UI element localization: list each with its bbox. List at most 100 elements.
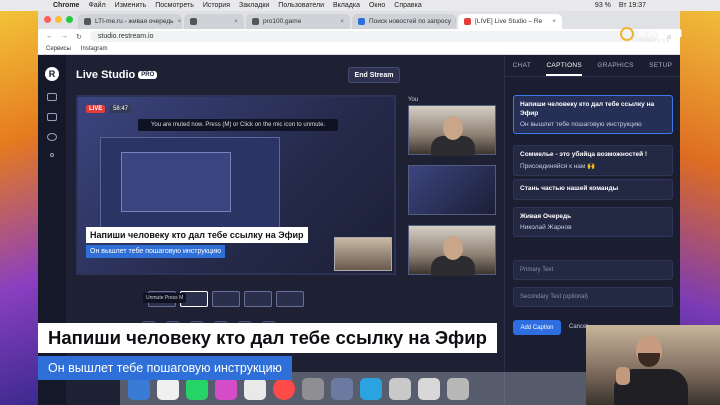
studio-icon[interactable]: [47, 93, 57, 101]
stage-camera-inset: [334, 237, 392, 271]
tab-captions[interactable]: CAPTIONS: [546, 62, 583, 76]
presenter-hand: [616, 367, 630, 385]
dock-app-icon[interactable]: [331, 377, 353, 400]
overlay-caption-subtitle: Он вышлет тебе пошаговую инструкцию: [38, 356, 292, 380]
presenter-camera: [586, 325, 720, 405]
minimize-window-button[interactable]: [55, 16, 62, 23]
tab-title: LTI-me.ru - живая очередь: [95, 18, 174, 25]
clock[interactable]: Вт 19:37: [619, 2, 646, 9]
end-stream-button[interactable]: End Stream: [348, 67, 400, 83]
close-icon[interactable]: ×: [455, 18, 456, 25]
dock-app-icon[interactable]: [215, 377, 237, 400]
layout-option[interactable]: [212, 291, 240, 307]
primary-text-input[interactable]: Primary Text: [513, 260, 673, 280]
brand-subtitle: ОЧЕРЕДЬ: [639, 38, 671, 43]
menu-edit[interactable]: Изменить: [115, 2, 147, 9]
person-head: [443, 116, 463, 140]
close-window-button[interactable]: [44, 16, 51, 23]
browser-tab[interactable]: ×: [184, 14, 244, 29]
menu-help[interactable]: Справка: [394, 2, 421, 9]
window-controls: [44, 16, 73, 23]
favicon-icon: [464, 18, 471, 25]
menu-tab[interactable]: Вкладка: [333, 2, 360, 9]
studio-title-text: Live Studio: [76, 69, 136, 81]
caption-subtitle: Николай Жарнов: [520, 223, 572, 231]
menu-window[interactable]: Окно: [369, 2, 385, 9]
more-icon[interactable]: [50, 153, 54, 157]
restream-logo-icon[interactable]: R: [45, 67, 59, 81]
dock-app-icon[interactable]: [128, 377, 150, 400]
you-label: You: [408, 97, 419, 103]
browser-tab-active[interactable]: [LIVE] Live Studio – Re ×: [458, 14, 562, 29]
secondary-text-input[interactable]: Secondary Text (optional): [513, 287, 673, 307]
brand-mark-icon: [620, 27, 634, 41]
dock-app-icon[interactable]: [418, 377, 440, 400]
close-icon[interactable]: ×: [552, 18, 556, 25]
caption-title: Напиши человеку кто дал тебе ссылку на Э…: [520, 101, 655, 117]
settings-app-icon[interactable]: [302, 377, 324, 400]
browser-tab[interactable]: Поиск новостей по запросу×: [352, 14, 456, 29]
menu-users[interactable]: Пользователи: [278, 2, 324, 9]
tab-title: Поиск новостей по запросу: [369, 18, 452, 25]
bookmark-instagram[interactable]: Instagram: [81, 46, 108, 52]
favicon-icon: [252, 18, 259, 25]
caption-card-active[interactable]: Напиши человеку кто дал тебе ссылку на Э…: [513, 95, 673, 134]
close-icon[interactable]: ×: [234, 18, 238, 25]
nested-screen-share: [100, 137, 280, 237]
camera-source-tile[interactable]: [408, 105, 496, 156]
caption-title: Соммелье - это убийца возможностей !: [520, 151, 648, 158]
stage-caption-title: Напиши человеку кто дал тебе ссылку на Э…: [86, 227, 308, 243]
record-icon[interactable]: [47, 113, 57, 121]
battery-indicator[interactable]: 93 %: [595, 2, 611, 9]
caption-card[interactable]: Соммелье - это убийца возможностей ! При…: [513, 145, 673, 176]
menubar-app-name[interactable]: Chrome: [53, 2, 79, 9]
dock-app-icon[interactable]: [244, 377, 266, 400]
menu-history[interactable]: История: [203, 2, 230, 9]
tab-setup[interactable]: SETUP: [649, 62, 672, 69]
screen-source-tile[interactable]: [408, 165, 496, 215]
cloud-icon[interactable]: [47, 133, 57, 141]
layout-option[interactable]: [276, 291, 304, 307]
address-bar: ← → ↻ studio.restream.io ☆: [38, 29, 680, 44]
close-icon[interactable]: ×: [178, 18, 182, 25]
stream-timer: 58:47: [110, 105, 132, 113]
tab-chat[interactable]: CHAT: [513, 62, 531, 69]
stage-background: You are muted now. Press (M) or Click on…: [78, 97, 394, 273]
dock-app-icon[interactable]: [447, 377, 469, 400]
close-icon[interactable]: ×: [340, 18, 344, 25]
reload-icon[interactable]: ↻: [76, 33, 82, 41]
forward-icon[interactable]: →: [61, 33, 68, 40]
help-icon[interactable]: [389, 377, 411, 400]
layout-option[interactable]: [244, 291, 272, 307]
menu-file[interactable]: Файл: [88, 2, 105, 9]
url-field[interactable]: studio.restream.io: [89, 31, 658, 42]
studio-title: Live Studio PRO: [76, 69, 158, 81]
presenter-beard: [638, 353, 660, 367]
unmute-tooltip: Unmute Press M: [143, 293, 187, 303]
dock-app-icon[interactable]: [157, 377, 179, 400]
caption-title: Живая Очередь: [520, 213, 572, 220]
menu-bookmarks[interactable]: Закладки: [239, 2, 269, 9]
stage-caption-subtitle: Он вышлет тебе пошаговую инструкцию: [86, 245, 226, 258]
person-head: [443, 236, 463, 260]
telegram-icon[interactable]: [360, 377, 382, 400]
cancel-button[interactable]: Cancel: [569, 324, 588, 330]
browser-tab[interactable]: pro100.game ×: [246, 14, 350, 29]
decorative-frame-left: [0, 0, 38, 405]
tab-graphics[interactable]: GRAPHICS: [597, 62, 633, 69]
chrome-icon[interactable]: [273, 377, 295, 400]
favicon-icon: [84, 18, 91, 25]
zoom-window-button[interactable]: [66, 16, 73, 23]
add-caption-button[interactable]: Add Caption: [513, 320, 561, 335]
menu-view[interactable]: Посмотреть: [155, 2, 194, 9]
back-icon[interactable]: ←: [46, 33, 53, 40]
browser-tab[interactable]: LTI-me.ru - живая очередь ×: [78, 14, 182, 29]
favicon-icon: [190, 18, 197, 25]
caption-card[interactable]: Стань частью нашей команды: [513, 179, 673, 200]
bookmark-services[interactable]: Сервисы: [46, 46, 71, 52]
camera-source-tile-2[interactable]: [408, 225, 496, 276]
dock-app-icon[interactable]: [186, 377, 208, 400]
caption-card[interactable]: Живая Очередь Николай Жарнов: [513, 207, 673, 237]
mac-menubar: Chrome Файл Изменить Посмотреть История …: [0, 0, 720, 11]
brand-logo: ЖИВАЯ ОЧЕРЕДЬ: [620, 22, 690, 46]
